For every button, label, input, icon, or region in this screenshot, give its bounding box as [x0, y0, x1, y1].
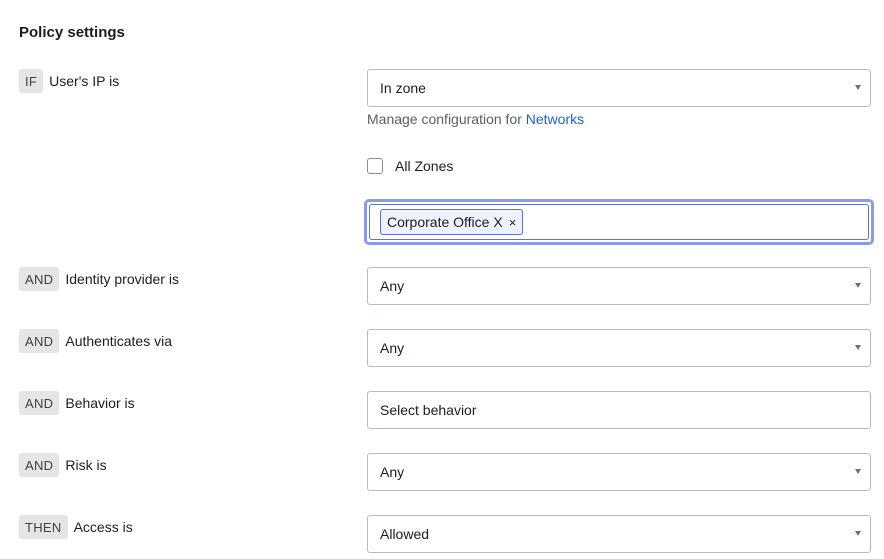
condition-label: Access is	[73, 519, 133, 535]
condition-label: Authenticates via	[65, 333, 172, 349]
condition-row-users-ip: IF User's IP is	[19, 69, 119, 93]
manage-prefix: Manage configuration for	[367, 111, 522, 127]
all-zones-label: All Zones	[395, 158, 454, 174]
networks-link[interactable]: Networks	[526, 111, 584, 127]
then-tag: THEN	[19, 515, 68, 539]
and-tag: AND	[19, 453, 60, 477]
select-value: Any	[380, 464, 405, 480]
all-zones-option[interactable]: All Zones	[367, 158, 453, 174]
condition-row-authenticates-via: AND Authenticates via	[19, 329, 172, 353]
condition-row-identity-provider: AND Identity provider is	[19, 267, 179, 291]
users-ip-select[interactable]: In zone	[367, 69, 871, 107]
caret-down-icon	[855, 531, 861, 536]
zones-multiselect-input[interactable]: Corporate Office X ×	[364, 199, 874, 245]
condition-row-risk: AND Risk is	[19, 453, 107, 477]
all-zones-checkbox[interactable]	[367, 158, 383, 174]
condition-label: Risk is	[65, 457, 107, 473]
if-tag: IF	[19, 69, 44, 93]
and-tag: AND	[19, 329, 60, 353]
page-title: Policy settings	[19, 24, 125, 41]
risk-select[interactable]: Any	[367, 453, 871, 491]
remove-chip-icon[interactable]: ×	[509, 215, 517, 230]
condition-row-behavior: AND Behavior is	[19, 391, 135, 415]
behavior-placeholder: Select behavior	[380, 402, 477, 418]
condition-row-access: THEN Access is	[19, 515, 133, 539]
select-value: Any	[380, 340, 405, 356]
manage-configuration-text: Manage configuration for Networks	[367, 111, 584, 127]
behavior-input[interactable]: Select behavior	[367, 391, 871, 429]
select-value: Allowed	[380, 526, 430, 542]
identity-provider-select[interactable]: Any	[367, 267, 871, 305]
select-value: In zone	[380, 80, 426, 96]
authenticates-via-select[interactable]: Any	[367, 329, 871, 367]
caret-down-icon	[855, 345, 861, 350]
caret-down-icon	[855, 85, 861, 90]
condition-label: Identity provider is	[65, 271, 179, 287]
zone-chip: Corporate Office X ×	[380, 209, 524, 235]
select-value: Any	[380, 278, 405, 294]
caret-down-icon	[855, 469, 861, 474]
condition-label: User's IP is	[49, 73, 120, 89]
zone-chip-label: Corporate Office X	[387, 214, 503, 230]
condition-label: Behavior is	[65, 395, 135, 411]
and-tag: AND	[19, 267, 60, 291]
access-select[interactable]: Allowed	[367, 515, 871, 553]
caret-down-icon	[855, 283, 861, 288]
and-tag: AND	[19, 391, 60, 415]
